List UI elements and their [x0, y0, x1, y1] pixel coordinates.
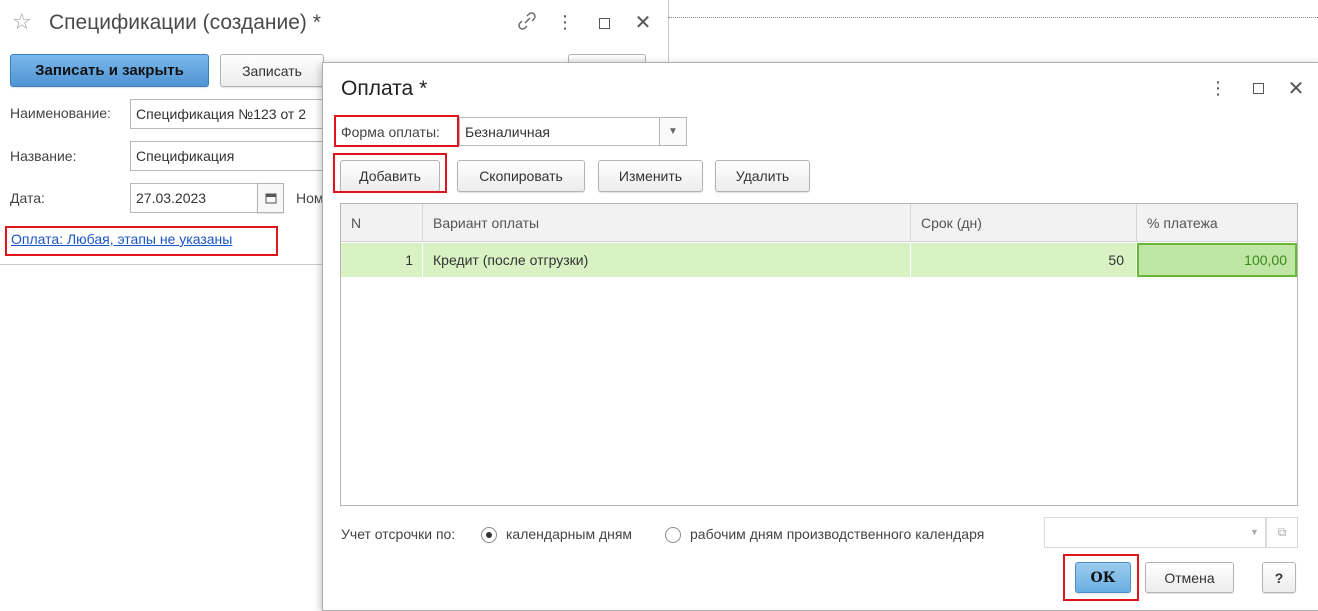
- calendar-select[interactable]: [1044, 517, 1266, 548]
- deferral-label: Учет отсрочки по:: [341, 526, 456, 542]
- column-header-days[interactable]: Срок (дн): [911, 204, 1137, 242]
- edit-button[interactable]: Изменить: [598, 160, 703, 192]
- star-icon[interactable]: ☆: [12, 9, 32, 35]
- chevron-down-icon[interactable]: ▼: [1250, 527, 1259, 537]
- add-button[interactable]: Добавить: [340, 160, 440, 192]
- background-divider: [668, 17, 1318, 18]
- payment-link[interactable]: Оплата: Любая, этапы не указаны: [11, 231, 232, 247]
- save-button[interactable]: Записать: [220, 54, 324, 87]
- column-header-variant[interactable]: Вариант оплаты: [423, 204, 911, 242]
- calendar-days-label[interactable]: календарным дням: [506, 526, 632, 542]
- delete-button[interactable]: Удалить: [715, 160, 810, 192]
- row-n[interactable]: 1: [341, 243, 423, 277]
- row-percent[interactable]: 100,00: [1137, 243, 1297, 277]
- more-icon[interactable]: ⋮: [1209, 77, 1227, 99]
- nazvanie-label: Название:: [10, 148, 77, 164]
- maximize-icon[interactable]: [1253, 83, 1264, 94]
- column-header-percent[interactable]: % платежа: [1137, 204, 1297, 242]
- date-label: Дата:: [10, 190, 45, 206]
- close-icon[interactable]: ✕: [1285, 77, 1307, 100]
- more-icon[interactable]: ⋮: [556, 11, 574, 33]
- working-days-label[interactable]: рабочим дням производственного календаря: [690, 526, 984, 542]
- form-of-payment-label: Форма оплаты:: [341, 124, 440, 140]
- link-icon[interactable]: [516, 10, 538, 32]
- payment-variants-table[interactable]: N Вариант оплаты Срок (дн) % платежа 1 К…: [340, 203, 1298, 506]
- ok-button[interactable]: ОК: [1075, 562, 1131, 593]
- naimenovanie-field[interactable]: Спецификация №123 от 2: [130, 99, 328, 129]
- save-and-close-button[interactable]: Записать и закрыть: [10, 54, 209, 87]
- maximize-icon[interactable]: [599, 18, 610, 29]
- row-variant[interactable]: Кредит (после отгрузки): [423, 243, 911, 277]
- dialog-title: Оплата *: [341, 77, 428, 100]
- open-icon[interactable]: ⧉: [1266, 517, 1298, 548]
- nomer-label: Ном: [296, 190, 324, 206]
- nazvanie-field[interactable]: Спецификация: [130, 141, 328, 171]
- chevron-down-icon[interactable]: ▼: [659, 117, 687, 146]
- cancel-button[interactable]: Отмена: [1145, 562, 1234, 593]
- naimenovanie-label: Наименование:: [10, 105, 111, 121]
- date-field[interactable]: 27.03.2023: [130, 183, 258, 213]
- form-of-payment-select[interactable]: Безналичная: [459, 117, 660, 146]
- calendar-icon[interactable]: [257, 183, 284, 213]
- window-title: Спецификации (создание) *: [49, 11, 321, 34]
- radio-calendar-days[interactable]: [481, 527, 497, 543]
- help-button[interactable]: ?: [1262, 562, 1296, 593]
- close-icon[interactable]: ✕: [632, 11, 654, 34]
- copy-button[interactable]: Скопировать: [457, 160, 585, 192]
- radio-working-days[interactable]: [665, 527, 681, 543]
- row-days[interactable]: 50: [911, 243, 1137, 277]
- column-header-n[interactable]: N: [341, 204, 423, 242]
